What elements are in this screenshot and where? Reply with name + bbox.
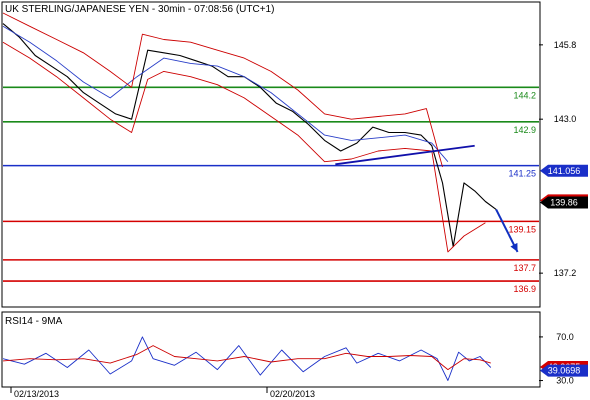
price-y-ticks: 145.8 143.0 137.2 — [539, 40, 576, 278]
x-ticklabel-0: 02/13/2013 — [14, 389, 59, 399]
price-panel-frame — [1, 1, 541, 308]
price-y-ticklabel-2: 137.2 — [554, 268, 577, 278]
rsi-badges: 42.367539.0698 — [540, 361, 588, 377]
price-y-ticklabel-1: 143.0 — [554, 114, 577, 124]
x-ticks: 02/13/2013 02/20/2013 — [10, 387, 315, 399]
price-badges: 141.056139.941139.86 — [540, 164, 588, 209]
rsi-title: RSI14 - 9MA — [5, 316, 63, 327]
level-label-3: 139.15 — [508, 224, 536, 234]
price-badge-label-2: 139.86 — [550, 198, 578, 208]
rsi-y-ticks: 70.0 30.0 — [539, 332, 574, 386]
price-y-ticklabel-0: 145.8 — [554, 40, 577, 50]
x-ticklabel-1: 02/20/2013 — [270, 389, 315, 399]
gbpjpy-chart: UK STERLING/JAPANESE YEN - 30min - 07:08… — [1, 1, 588, 399]
level-label-4: 137.7 — [513, 263, 536, 273]
level-label-5: 136.9 — [513, 284, 536, 294]
rsi-badge-label-1: 39.0698 — [548, 366, 581, 376]
level-label-1: 142.9 — [513, 125, 536, 135]
level-label-0: 144.2 — [513, 90, 536, 100]
rsi-y-ticklabel-0: 70.0 — [556, 332, 574, 342]
chart-title: UK STERLING/JAPANESE YEN - 30min - 07:08… — [5, 4, 274, 15]
rsi-y-ticklabel-1: 30.0 — [556, 376, 574, 386]
rsi-panel-frame — [1, 311, 541, 388]
level-label-2: 141.25 — [508, 169, 536, 179]
price-badge-label-0: 141.056 — [548, 166, 581, 176]
